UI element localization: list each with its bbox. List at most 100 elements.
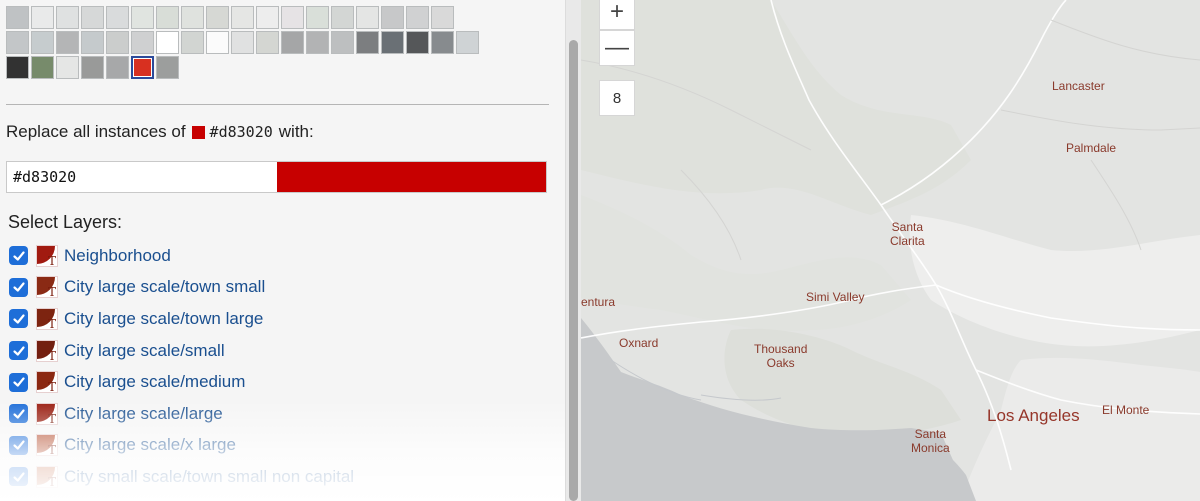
swatch-row (6, 31, 551, 54)
map-label-santa-monica-line1: Santa (914, 427, 947, 441)
color-swatch[interactable] (31, 6, 54, 29)
color-swatch[interactable] (81, 6, 104, 29)
checkmark-icon (12, 251, 25, 261)
color-swatch[interactable] (106, 6, 129, 29)
zoom-in-button[interactable]: + (599, 0, 635, 30)
color-swatch[interactable] (381, 31, 404, 54)
color-swatch[interactable] (156, 31, 179, 54)
source-color-hex: #d83020 (209, 123, 273, 141)
layer-label[interactable]: City large scale/x large (64, 435, 236, 455)
color-swatch[interactable] (31, 31, 54, 54)
layer-checkbox[interactable] (9, 467, 28, 487)
map-label-santa-monica-line2: Monica (911, 441, 950, 455)
color-swatch[interactable] (6, 6, 29, 29)
color-swatch[interactable] (156, 56, 179, 79)
color-swatch[interactable] (206, 6, 229, 29)
map-label-lancaster: Lancaster (1052, 79, 1105, 93)
layer-label[interactable]: City large scale/town large (64, 309, 263, 329)
color-swatch[interactable] (31, 56, 54, 79)
color-swatch[interactable] (331, 6, 354, 29)
layer-checkbox[interactable] (9, 309, 28, 329)
layer-item[interactable]: T City large scale/small (9, 335, 554, 367)
color-swatch[interactable] (331, 31, 354, 54)
color-swatch-grid (6, 6, 551, 81)
color-swatch[interactable] (131, 56, 154, 79)
source-color-swatch (191, 125, 205, 139)
color-swatch[interactable] (106, 31, 129, 54)
color-picker-preview[interactable] (277, 162, 546, 192)
checkmark-icon (12, 314, 25, 324)
color-replace-panel: Replace all instances of #d83020 with: S… (0, 0, 565, 501)
color-swatch[interactable] (56, 56, 79, 79)
checkmark-icon (12, 282, 25, 292)
layer-checkbox[interactable] (9, 246, 28, 266)
color-swatch[interactable] (231, 6, 254, 29)
layer-label[interactable]: City large scale/medium (64, 372, 245, 392)
color-swatch[interactable] (256, 6, 279, 29)
text-symbol-icon: T (36, 244, 58, 267)
layer-checkbox[interactable] (9, 404, 28, 424)
color-swatch[interactable] (56, 31, 79, 54)
layer-checkbox[interactable] (9, 435, 28, 455)
color-swatch[interactable] (206, 31, 229, 54)
layer-checkbox[interactable] (9, 372, 28, 392)
layer-item[interactable]: T City large scale/medium (9, 366, 554, 398)
map-label-ventura: entura (581, 295, 616, 309)
zoom-out-button[interactable]: — (599, 30, 635, 66)
color-swatch[interactable] (431, 31, 454, 54)
layer-list: T Neighborhood T City large scale/town smal… (9, 240, 554, 493)
color-swatch[interactable] (81, 56, 104, 79)
color-swatch[interactable] (181, 6, 204, 29)
map-label-santa-clarita: Santa Clarita (890, 220, 925, 248)
color-swatch[interactable] (181, 31, 204, 54)
color-swatch[interactable] (6, 31, 29, 54)
layer-item[interactable]: T City large scale/x large (9, 430, 554, 462)
checkmark-icon (12, 472, 25, 482)
divider (6, 104, 549, 105)
layer-item[interactable]: T City large scale/town large (9, 303, 554, 335)
color-swatch[interactable] (106, 56, 129, 79)
layer-checkbox[interactable] (9, 277, 28, 297)
color-swatch[interactable] (256, 31, 279, 54)
color-swatch[interactable] (231, 31, 254, 54)
map-view[interactable]: + — 8 Lancaster Palmdale Santa Clarita S… (581, 0, 1200, 501)
color-swatch[interactable] (81, 31, 104, 54)
color-swatch[interactable] (6, 56, 29, 79)
layer-item[interactable]: T City large scale/town small (9, 272, 554, 304)
color-swatch[interactable] (431, 6, 454, 29)
scrollbar-thumb[interactable] (569, 40, 578, 501)
checkmark-icon (12, 409, 25, 419)
replace-instruction: Replace all instances of #d83020 with: (6, 122, 314, 142)
color-swatch[interactable] (131, 31, 154, 54)
color-swatch[interactable] (156, 6, 179, 29)
layer-label[interactable]: Neighborhood (64, 246, 171, 266)
panel-scrollbar[interactable] (565, 0, 581, 501)
map-label-santa-monica: Santa Monica (911, 427, 950, 455)
color-swatch[interactable] (306, 31, 329, 54)
basemap (581, 0, 1200, 501)
layer-label[interactable]: City large scale/large (64, 404, 223, 424)
layer-label[interactable]: City small scale/town small non capital (64, 467, 354, 487)
text-symbol-icon: T (36, 465, 58, 488)
color-swatch[interactable] (131, 6, 154, 29)
layer-item[interactable]: T Neighborhood (9, 240, 554, 272)
layer-checkbox[interactable] (9, 341, 28, 361)
color-swatch[interactable] (406, 6, 429, 29)
color-swatch[interactable] (281, 6, 304, 29)
color-swatch[interactable] (306, 6, 329, 29)
color-swatch[interactable] (406, 31, 429, 54)
color-swatch[interactable] (356, 6, 379, 29)
hex-color-input[interactable] (7, 162, 277, 192)
layer-item[interactable]: T City large scale/large (9, 398, 554, 430)
color-swatch[interactable] (56, 6, 79, 29)
layer-label[interactable]: City large scale/small (64, 341, 225, 361)
swatch-row (6, 56, 551, 79)
checkmark-icon (12, 377, 25, 387)
color-swatch[interactable] (456, 31, 479, 54)
color-swatch[interactable] (356, 31, 379, 54)
layer-item[interactable]: T City small scale/town small non capital (9, 461, 554, 493)
color-swatch[interactable] (381, 6, 404, 29)
text-symbol-icon: T (36, 339, 58, 362)
color-swatch[interactable] (281, 31, 304, 54)
layer-label[interactable]: City large scale/town small (64, 277, 265, 297)
